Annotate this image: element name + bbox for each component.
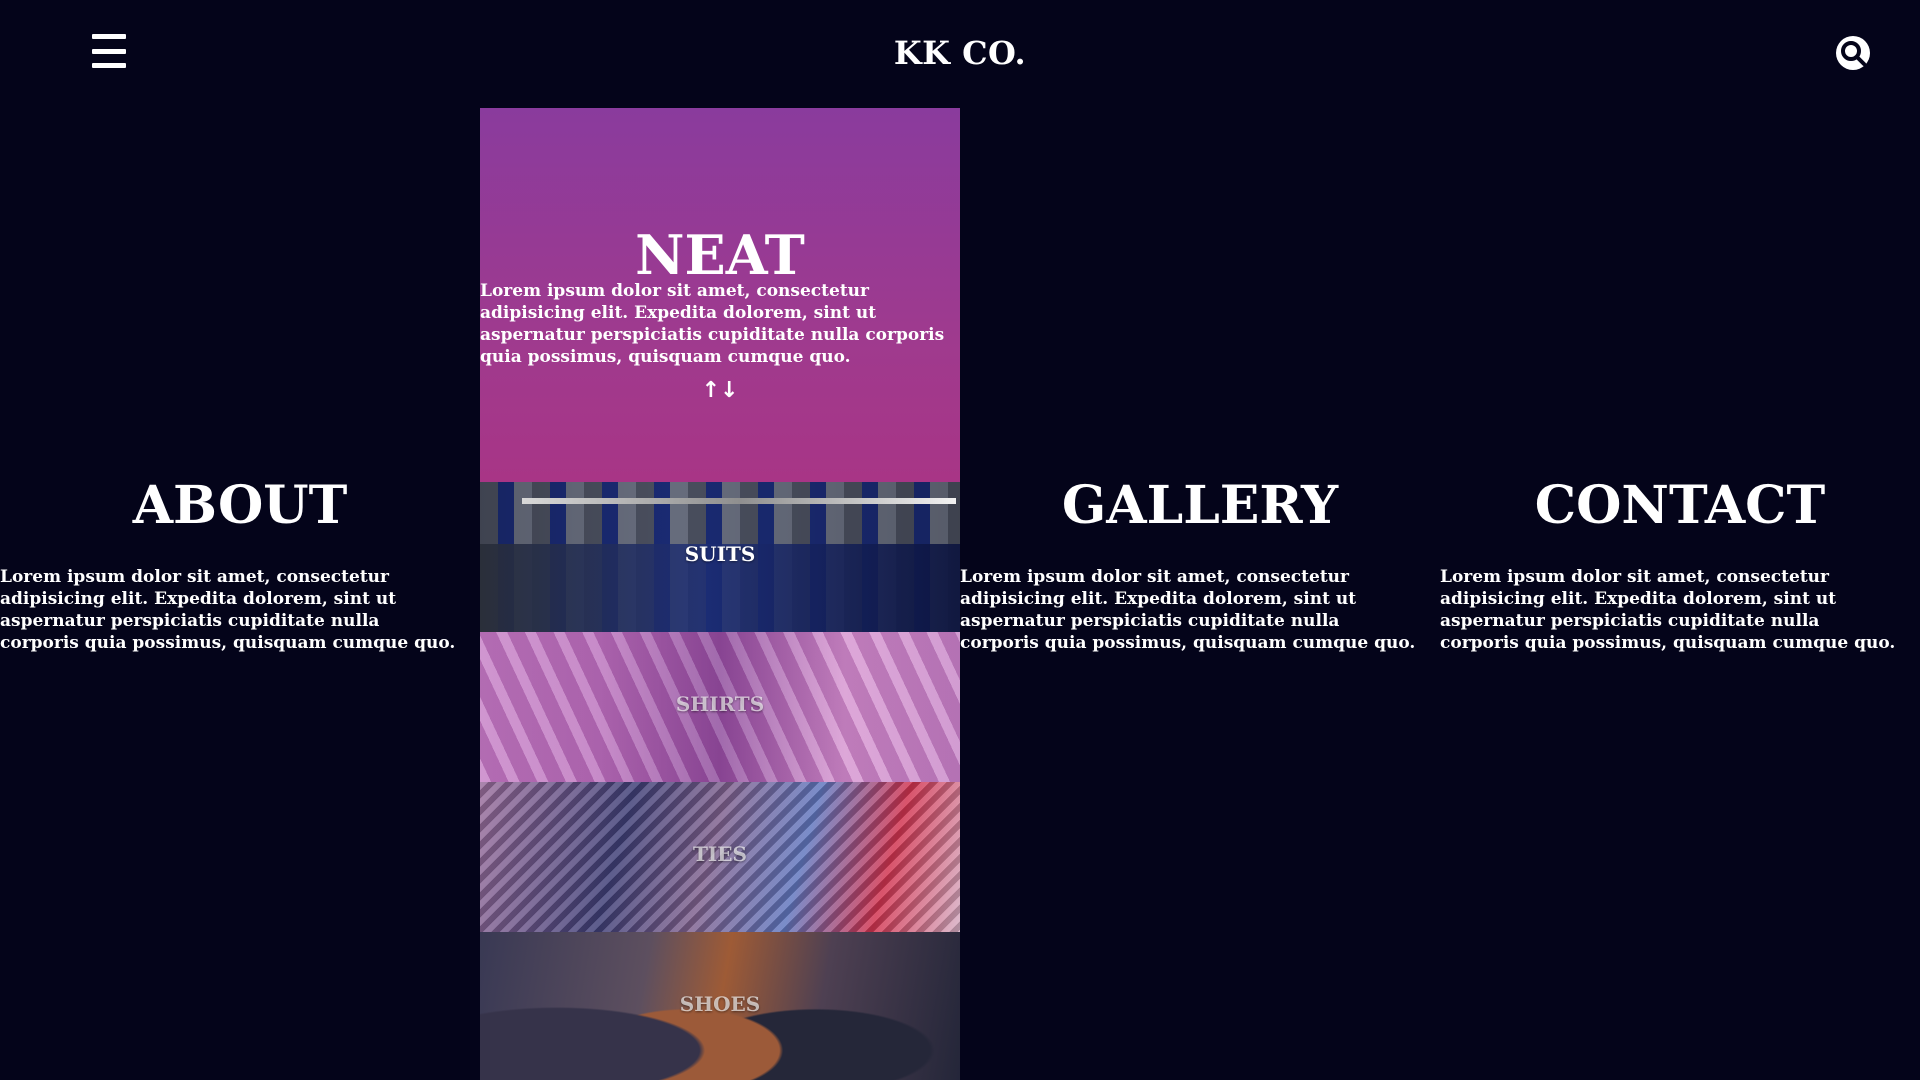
suits-category-tile[interactable]: SUITS (480, 482, 960, 632)
gallery-heading[interactable]: GALLERY (960, 470, 1440, 542)
shoes-label: SHOES (679, 992, 761, 1016)
search-icon[interactable] (1836, 36, 1870, 70)
gallery-section: GALLERY Lorem ipsum dolor sit amet, cons… (960, 470, 1440, 654)
featured-description: Lorem ipsum dolor sit amet, consectetur … (480, 281, 945, 367)
ties-category-tile[interactable]: TIES (480, 782, 960, 932)
about-description: Lorem ipsum dolor sit amet, consectetur … (0, 567, 456, 653)
brand-logo-text[interactable]: KK CO. (0, 34, 1920, 72)
featured-title: NEAT (635, 223, 805, 288)
search-icon-graphic (1841, 41, 1866, 66)
site-header: KK CO. (0, 0, 1920, 108)
contact-description: Lorem ipsum dolor sit amet, consectetur … (1440, 567, 1896, 653)
shirts-label: SHIRTS (675, 692, 765, 716)
featured-neat-panel: NEAT Lorem ipsum dolor sit amet, consect… (480, 108, 960, 482)
shirts-category-tile[interactable]: SHIRTS (480, 632, 960, 782)
up-down-arrows-icon[interactable]: ↑↓ (692, 378, 748, 403)
contact-section: CONTACT Lorem ipsum dolor sit amet, cons… (1440, 470, 1920, 654)
gallery-description: Lorem ipsum dolor sit amet, consectetur … (960, 567, 1416, 653)
about-heading[interactable]: ABOUT (0, 470, 480, 542)
about-section: ABOUT Lorem ipsum dolor sit amet, consec… (0, 470, 480, 654)
ties-label: TIES (693, 842, 747, 866)
shoes-category-tile[interactable]: SHOES (480, 932, 960, 1080)
contact-heading[interactable]: CONTACT (1440, 470, 1920, 542)
suits-label: SUITS (684, 542, 756, 566)
